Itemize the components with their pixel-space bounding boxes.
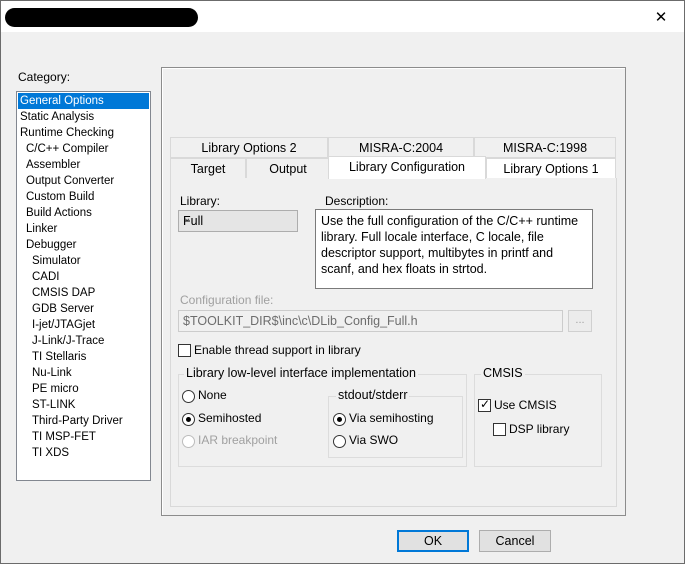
stdout-group-title: stdout/stderr [336,388,410,402]
redacted-title [5,8,198,27]
library-label: Library: [180,194,220,208]
category-item-pe-micro[interactable]: PE micro [30,381,79,397]
thread-support-checkbox[interactable] [178,344,191,357]
category-item-ti-msp-fet[interactable]: TI MSP-FET [30,429,96,445]
tab-target[interactable]: Target [170,158,246,179]
use-cmsis-checkbox[interactable] [478,397,491,412]
category-item-general-options[interactable]: General Options [18,93,149,109]
use-cmsis-label: Use CMSIS [494,398,557,412]
category-item-linker[interactable]: Linker [24,221,57,237]
category-item-runtime-checking[interactable]: Runtime Checking [18,125,114,141]
category-item-debugger[interactable]: Debugger [24,237,77,253]
thread-support-label: Enable thread support in library [194,343,361,357]
description-text: Use the full configuration of the C/C++ … [315,209,593,289]
category-item-ti-xds[interactable]: TI XDS [30,445,69,461]
radio-iar-breakpoint-label: IAR breakpoint [198,433,278,447]
radio-none-label: None [198,388,227,402]
close-icon[interactable]: ✕ [638,1,684,32]
cmsis-group [474,374,602,467]
category-item-simulator[interactable]: Simulator [30,253,81,269]
radio-semihosted-label: Semihosted [198,411,262,425]
low-level-group-title: Library low-level interface implementati… [184,366,418,380]
tab-library-options-2[interactable]: Library Options 2 [170,137,328,158]
cancel-button[interactable]: Cancel [479,530,551,552]
tab-output[interactable]: Output [246,158,330,179]
category-item-cadi[interactable]: CADI [30,269,59,285]
category-item-cpp-compiler[interactable]: C/C++ Compiler [24,141,108,157]
radio-via-semihosting-label: Via semihosting [349,411,434,425]
radio-via-swo-label: Via SWO [349,433,399,447]
tab-misra-c-1998[interactable]: MISRA-C:1998 [474,137,616,158]
radio-iar-breakpoint [182,435,195,448]
tab-library-options-1[interactable]: Library Options 1 [486,158,616,179]
config-file-label: Configuration file: [180,293,274,307]
category-item-third-party-driver[interactable]: Third-Party Driver [30,413,123,429]
dsp-library-label: DSP library [509,422,570,436]
chevron-down-icon: ⌄ [183,213,192,224]
browse-button[interactable]: ... [568,310,592,332]
stdout-group [328,396,463,458]
category-item-static-analysis[interactable]: Static Analysis [18,109,94,125]
category-item-nu-link[interactable]: Nu-Link [30,365,72,381]
category-item-gdb-server[interactable]: GDB Server [30,301,94,317]
config-file-input[interactable]: $TOOLKIT_DIR$\inc\c\DLib_Config_Full.h [178,310,563,332]
category-item-build-actions[interactable]: Build Actions [24,205,92,221]
category-item-ti-stellaris[interactable]: TI Stellaris [30,349,86,365]
dsp-library-checkbox[interactable] [493,423,506,436]
tab-misra-c-2004[interactable]: MISRA-C:2004 [328,137,474,158]
category-item-assembler[interactable]: Assembler [24,157,80,173]
category-item-jlink[interactable]: J-Link/J-Trace [30,333,104,349]
radio-semihosted[interactable] [182,413,195,426]
library-label-text: Library: [180,194,221,208]
ok-button[interactable]: OK [397,530,469,552]
cmsis-group-title: CMSIS [481,366,525,380]
library-select[interactable]: Full ⌄ [178,210,298,232]
category-list[interactable]: General Options Static Analysis Runtime … [16,91,151,481]
radio-none[interactable] [182,390,195,403]
category-item-custom-build[interactable]: Custom Build [24,189,94,205]
tab-library-configuration[interactable]: Library Configuration [328,156,486,179]
radio-via-swo[interactable] [333,435,346,448]
title-bar: ✕ [1,1,684,32]
radio-via-semihosting[interactable] [333,413,346,426]
category-label: Category: [18,70,71,84]
category-item-ijet[interactable]: I-jet/JTAGjet [30,317,95,333]
category-item-cmsis-dap[interactable]: CMSIS DAP [30,285,95,301]
category-item-st-link[interactable]: ST-LINK [30,397,75,413]
category-item-output-converter[interactable]: Output Converter [24,173,114,189]
description-label: Description: [325,194,389,208]
